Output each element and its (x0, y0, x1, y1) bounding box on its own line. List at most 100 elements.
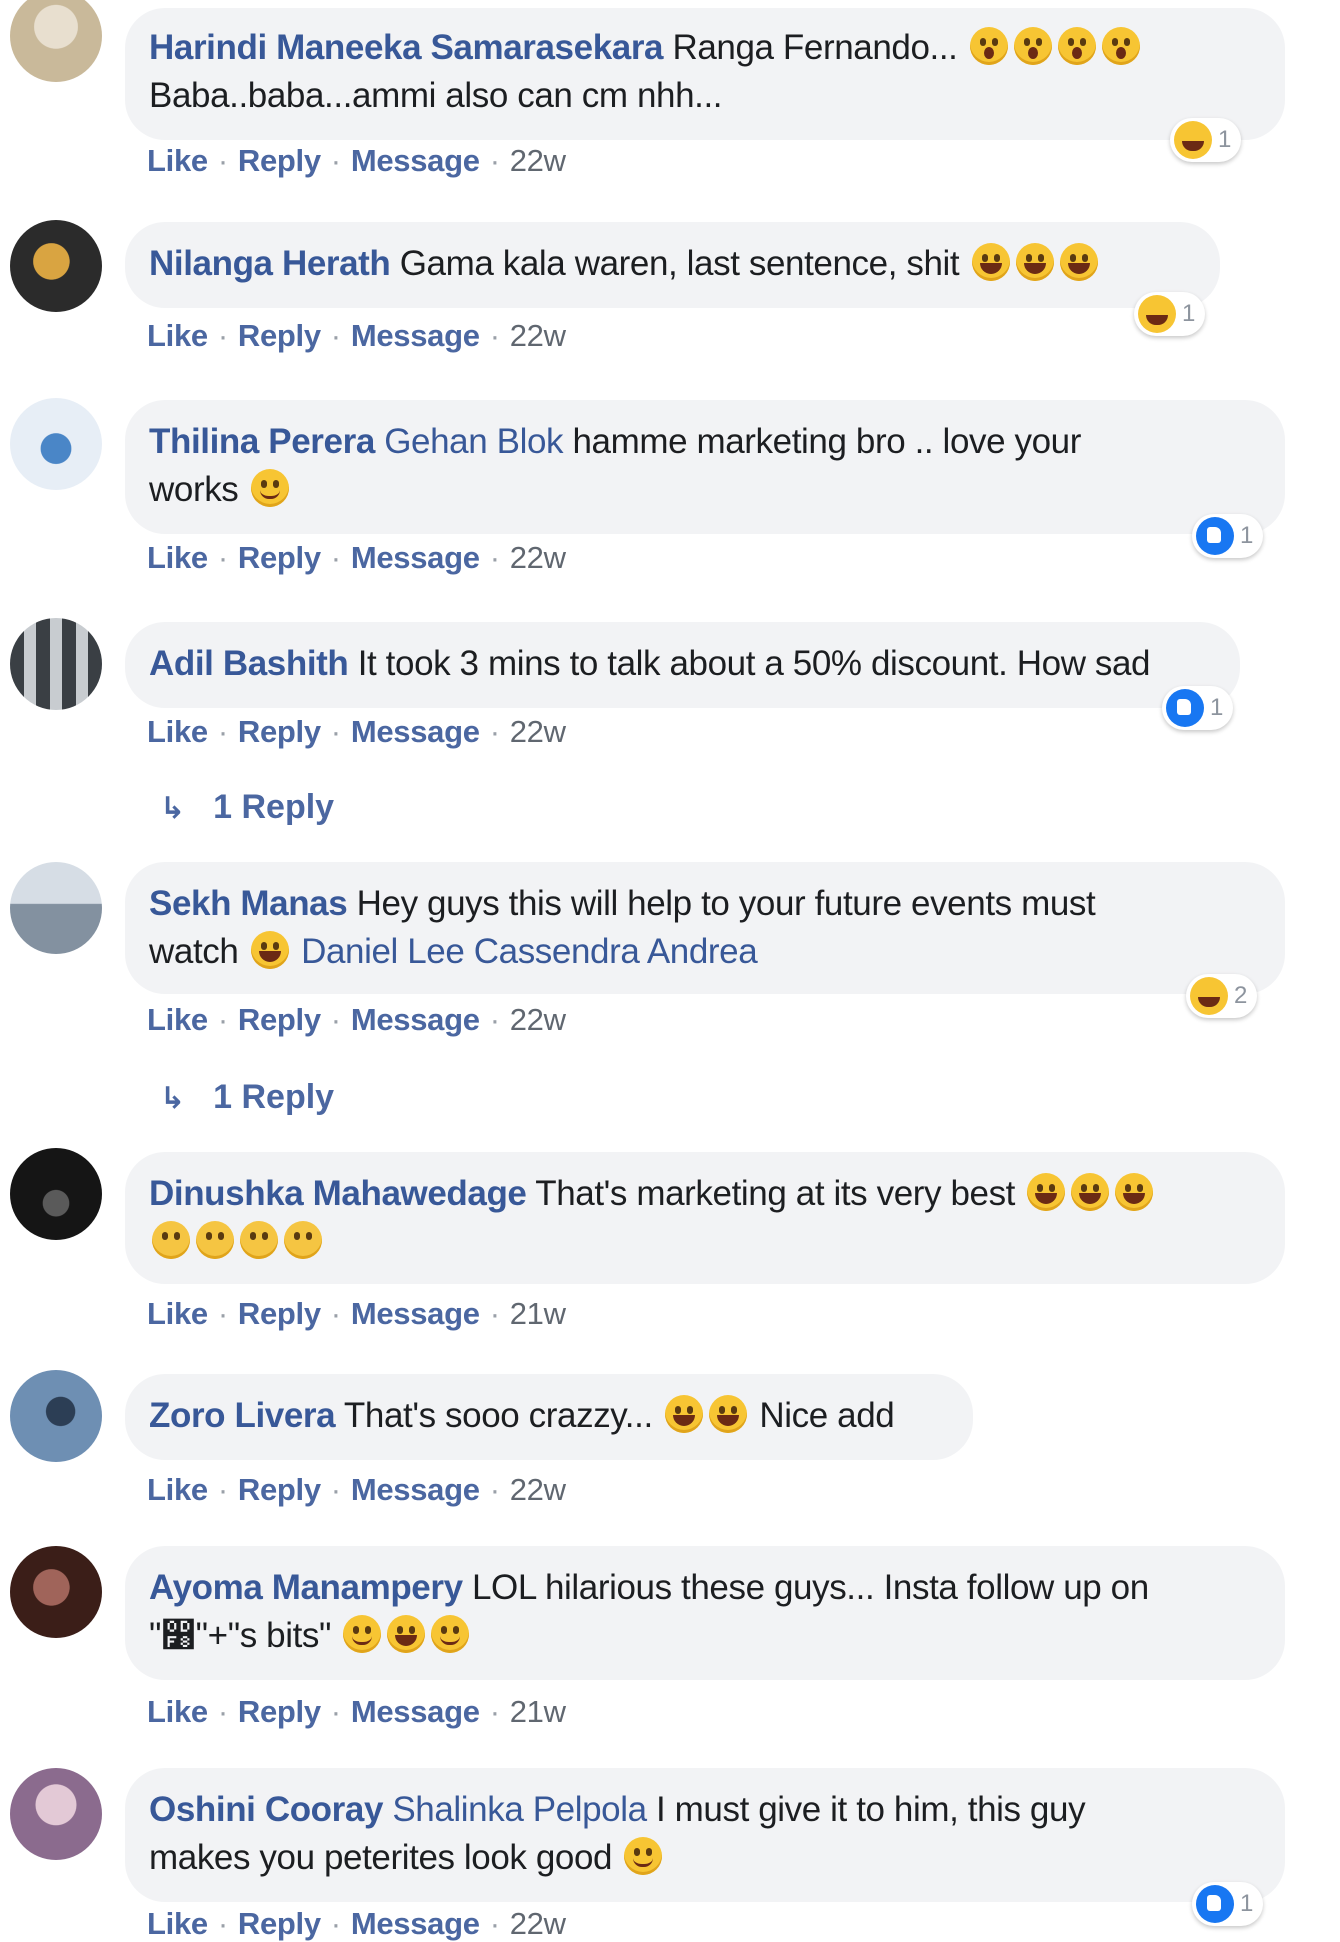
comment-author[interactable]: Ayoma Manampery (149, 1568, 463, 1607)
message-link[interactable]: Message (351, 540, 480, 575)
comment-text: It took 3 mins to talk about a 50% disco… (357, 644, 1151, 683)
emoji-icon (709, 1395, 748, 1433)
avatar[interactable] (10, 1768, 102, 1860)
reply-link[interactable]: Reply (238, 318, 321, 353)
reaction-count[interactable]: 1 (1162, 686, 1234, 730)
emoji-icon (387, 1615, 426, 1653)
view-replies-link[interactable]: ↳ 1 Reply (160, 788, 334, 827)
message-link[interactable]: Message (351, 318, 480, 353)
comment-author[interactable]: Dinushka Mahawedage (149, 1174, 527, 1213)
comment-text: works (149, 470, 239, 509)
reaction-count[interactable]: 1 (1192, 514, 1264, 558)
reaction-count[interactable]: 1 (1170, 118, 1242, 162)
message-link[interactable]: Message (351, 1906, 480, 1941)
mention-link[interactable]: Ranga Fernando... (672, 28, 957, 67)
message-link[interactable]: Message (351, 1472, 480, 1507)
avatar[interactable] (10, 1370, 102, 1462)
comment-author[interactable]: Adil Bashith (149, 644, 349, 683)
avatar[interactable] (10, 398, 102, 490)
reply-link[interactable]: Reply (238, 1002, 321, 1037)
comment-actions: Like · Reply · Message · 22w (147, 540, 566, 575)
view-replies-link[interactable]: ↳ 1 Reply (160, 1078, 334, 1117)
timestamp[interactable]: 21w (510, 1694, 566, 1729)
comment-actions: Like · Reply · Message · 22w (147, 1002, 566, 1037)
comment-text: hamme marketing bro .. love your (572, 422, 1081, 461)
timestamp[interactable]: 22w (510, 1002, 566, 1037)
comment-actions: Like · Reply · Message · 21w (147, 1694, 566, 1729)
comment-bubble: Zoro Livera That's sooo crazzy... Nice a… (125, 1374, 973, 1460)
like-link[interactable]: Like (147, 1906, 208, 1941)
like-link[interactable]: Like (147, 1296, 208, 1331)
reply-link[interactable]: Reply (238, 1296, 321, 1331)
avatar[interactable] (10, 220, 102, 312)
emoji-icon (343, 1615, 382, 1653)
like-reaction-icon (1166, 689, 1204, 727)
like-link[interactable]: Like (147, 318, 208, 353)
avatar[interactable] (10, 1148, 102, 1240)
comment-author[interactable]: Oshini Cooray (149, 1790, 383, 1829)
emoji-icon (240, 1221, 278, 1259)
message-link[interactable]: Message (351, 1002, 480, 1037)
emoji-icon (196, 1221, 234, 1259)
mention-link[interactable]: Gehan Blok (384, 422, 563, 461)
reply-link[interactable]: Reply (238, 1906, 321, 1941)
emoji-icon (969, 27, 1008, 65)
reply-link[interactable]: Reply (238, 540, 321, 575)
message-link[interactable]: Message (351, 1694, 480, 1729)
like-link[interactable]: Like (147, 143, 208, 178)
timestamp[interactable]: 22w (510, 1472, 566, 1507)
reaction-count[interactable]: 2 (1186, 974, 1258, 1018)
comment-bubble: Thilina Perera Gehan Blok hamme marketin… (125, 400, 1285, 534)
comment-actions: Like · Reply · Message · 22w (147, 714, 566, 749)
comment-text: That's marketing at its very best (535, 1174, 1015, 1213)
timestamp[interactable]: 22w (510, 1906, 566, 1941)
like-link[interactable]: Like (147, 1694, 208, 1729)
comment-author[interactable]: Nilanga Herath (149, 244, 391, 283)
like-link[interactable]: Like (147, 1472, 208, 1507)
like-link[interactable]: Like (147, 714, 208, 749)
haha-reaction-icon (1190, 977, 1228, 1015)
reply-link[interactable]: Reply (238, 1472, 321, 1507)
comment-text: makes you peterites look good (149, 1838, 613, 1877)
reply-link[interactable]: Reply (238, 143, 321, 178)
emoji-icon (1057, 27, 1096, 65)
mention-link[interactable]: Shalinka Pelpola (392, 1790, 647, 1829)
haha-reaction-icon (1174, 121, 1212, 159)
emoji-icon (250, 469, 289, 507)
timestamp[interactable]: 22w (510, 714, 566, 749)
mention-link[interactable]: Daniel Lee Cassendra Andrea (301, 932, 758, 971)
avatar[interactable] (10, 0, 102, 82)
timestamp[interactable]: 21w (510, 1296, 566, 1331)
comment-author[interactable]: Harindi Maneeka Samarasekara (149, 28, 664, 67)
message-link[interactable]: Message (351, 143, 480, 178)
message-link[interactable]: Message (351, 714, 480, 749)
comment-author[interactable]: Zoro Livera (149, 1396, 336, 1435)
comment-actions: Like · Reply · Message · 22w (147, 318, 566, 353)
reply-arrow-icon: ↳ (160, 1082, 186, 1115)
like-link[interactable]: Like (147, 540, 208, 575)
timestamp[interactable]: 22w (510, 143, 566, 178)
comment-actions: Like · Reply · Message · 21w (147, 1296, 566, 1331)
reaction-count[interactable]: 1 (1134, 292, 1206, 336)
comment-author[interactable]: Thilina Perera (149, 422, 375, 461)
comment-bubble: Dinushka Mahawedage That's marketing at … (125, 1152, 1285, 1284)
reply-arrow-icon: ↳ (160, 792, 186, 825)
timestamp[interactable]: 22w (510, 318, 566, 353)
timestamp[interactable]: 22w (510, 540, 566, 575)
avatar[interactable] (10, 862, 102, 954)
comment-author[interactable]: Sekh Manas (149, 884, 348, 923)
comment-bubble: Sekh Manas Hey guys this will help to yo… (125, 862, 1285, 994)
like-link[interactable]: Like (147, 1002, 208, 1037)
like-reaction-icon (1196, 1885, 1234, 1923)
message-link[interactable]: Message (351, 1296, 480, 1331)
emoji-icon (152, 1221, 190, 1259)
reply-link[interactable]: Reply (238, 714, 321, 749)
avatar[interactable] (10, 618, 102, 710)
emoji-icon (431, 1615, 470, 1653)
comment-bubble: Harindi Maneeka Samarasekara Ranga Ferna… (125, 8, 1285, 140)
comment-bubble: Ayoma Manampery LOL hilarious these guys… (125, 1546, 1285, 1680)
reaction-count[interactable]: 1 (1192, 1882, 1264, 1926)
reply-link[interactable]: Reply (238, 1694, 321, 1729)
avatar[interactable] (10, 1546, 102, 1638)
comment-actions: Like · Reply · Message · 22w (147, 1472, 566, 1507)
